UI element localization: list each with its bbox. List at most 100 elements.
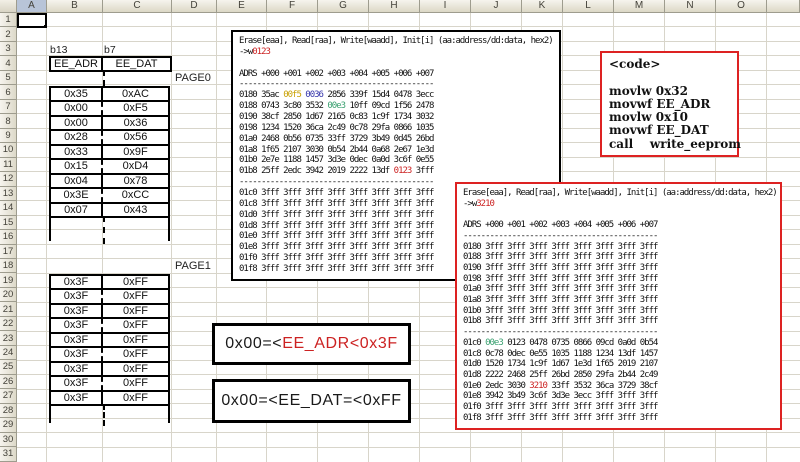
row-header-29[interactable]: 29 [0, 418, 17, 433]
page1-dat-cell[interactable]: 0xFF [103, 348, 168, 361]
page0-adr-cell[interactable]: 0x33 [51, 145, 103, 158]
row-header-22[interactable]: 22 [0, 316, 17, 332]
page0-dat-cell[interactable]: 0x56 [103, 131, 168, 144]
row-header-30[interactable]: 30 [0, 432, 17, 448]
page1-row-2[interactable]: 0x3F 0xFF [49, 302, 170, 320]
page1-row-0[interactable]: 0x3F 0xFF [49, 273, 170, 291]
row-header-14[interactable]: 14 [0, 201, 17, 216]
row-header-24[interactable]: 24 [0, 345, 17, 361]
row-header-3[interactable]: 3 [0, 41, 17, 57]
row-header-23[interactable]: 23 [0, 331, 17, 346]
page1-adr-cell[interactable]: 0x3F [51, 304, 103, 318]
row-header-4[interactable]: 4 [0, 56, 17, 71]
ee-dat-range-box[interactable]: 0x00=<EE_DAT=<0xFF [212, 379, 411, 423]
column-header-L[interactable]: L [563, 0, 614, 13]
page0-dat-cell[interactable]: 0xF5 [103, 102, 168, 115]
column-header-N[interactable]: N [665, 0, 716, 13]
page0-row-3[interactable]: 0x28 0x56 [49, 129, 170, 146]
column-header-F[interactable]: F [267, 0, 318, 13]
page1-dat-cell[interactable]: 0xFF [103, 319, 168, 332]
row-header-19[interactable]: 19 [0, 273, 17, 288]
page0-row-7[interactable]: 0x3E 0xCC [49, 187, 170, 204]
cell-page1-label[interactable]: PAGE1 [175, 260, 211, 272]
column-header-B[interactable]: B [47, 0, 103, 13]
page1-row-4[interactable]: 0x3F 0xFF [49, 331, 170, 349]
row-header-17[interactable]: 17 [0, 244, 17, 259]
page0-dat-cell[interactable]: 0xD4 [103, 160, 168, 173]
column-header-partial[interactable] [767, 0, 800, 13]
column-header-C[interactable]: C [103, 0, 172, 13]
page1-row-7[interactable]: 0x3F 0xFF [49, 375, 170, 392]
page0-row-4[interactable]: 0x33 0x9F [49, 143, 170, 160]
column-header-A[interactable]: A [17, 0, 47, 13]
page0-adr-cell[interactable]: 0x3E [51, 189, 103, 202]
page0-row-1[interactable]: 0x00 0xF5 [49, 100, 170, 117]
page0-adr-cell[interactable]: 0x07 [51, 203, 103, 216]
row-header-31[interactable]: 31 [0, 447, 17, 462]
row-header-15[interactable]: 15 [0, 215, 17, 231]
row-header-10[interactable]: 10 [0, 143, 17, 158]
page1-adr-cell[interactable]: 0x3F [51, 348, 103, 361]
ee-table-header[interactable]: EE_ADR EE_DAT [49, 56, 172, 72]
row-header-6[interactable]: 6 [0, 85, 17, 100]
page0-row-5[interactable]: 0x15 0xD4 [49, 158, 170, 175]
page0-row-6[interactable]: 0x04 0x78 [49, 172, 170, 189]
page1-dat-cell[interactable]: 0xFF [103, 363, 168, 376]
column-header-J[interactable]: J [471, 0, 522, 13]
page0-dat-cell[interactable]: 0x36 [103, 117, 168, 130]
page0-row-2[interactable]: 0x00 0x36 [49, 114, 170, 131]
page0-row-0[interactable]: 0x35 0xAC [49, 85, 170, 102]
row-header-27[interactable]: 27 [0, 389, 17, 404]
page0-dat-cell[interactable]: 0xAC [103, 88, 168, 101]
row-header-28[interactable]: 28 [0, 403, 17, 419]
page1-row-1[interactable]: 0x3F 0xFF [49, 288, 170, 305]
column-header-E[interactable]: E [217, 0, 267, 13]
terminal-dump-box-w3210[interactable]: Erase[eaa], Read[raa], Write[waadd], Ini… [455, 182, 782, 430]
page0-adr-cell[interactable]: 0x04 [51, 174, 103, 187]
row-header-21[interactable]: 21 [0, 302, 17, 317]
row-header-16[interactable]: 16 [0, 230, 17, 245]
selected-cell[interactable] [17, 13, 47, 28]
row-header-5[interactable]: 5 [0, 70, 17, 86]
page0-adr-cell[interactable]: 0x28 [51, 131, 103, 144]
page0-adr-cell[interactable]: 0x15 [51, 160, 103, 173]
column-header-O[interactable]: O [716, 0, 767, 13]
page1-adr-cell[interactable]: 0x3F [51, 377, 103, 390]
page1-adr-cell[interactable]: 0x3F [51, 275, 103, 289]
row-header-25[interactable]: 25 [0, 360, 17, 375]
row-header-8[interactable]: 8 [0, 114, 17, 129]
row-header-1[interactable]: 1 [0, 13, 17, 28]
ee-adr-range-box[interactable]: 0x00=< EE_ADR<0x3F [212, 323, 411, 365]
page1-dat-cell[interactable]: 0xFF [103, 305, 168, 318]
page1-dat-cell[interactable]: 0xFF [103, 334, 168, 347]
row-header-26[interactable]: 26 [0, 374, 17, 390]
page1-row-6[interactable]: 0x3F 0xFF [49, 360, 170, 378]
column-header-H[interactable]: H [369, 0, 420, 13]
fill-handle[interactable] [44, 25, 47, 28]
row-header-13[interactable]: 13 [0, 186, 17, 202]
row-header-20[interactable]: 20 [0, 287, 17, 303]
row-header-12[interactable]: 12 [0, 172, 17, 187]
page1-dat-cell[interactable]: 0xFF [103, 392, 168, 405]
page0-dat-cell[interactable]: 0x78 [103, 175, 168, 188]
row-header-9[interactable]: 9 [0, 128, 17, 144]
cell-b7-label[interactable]: b7 [104, 44, 116, 56]
page0-dat-cell[interactable]: 0x43 [103, 204, 168, 217]
page1-dat-cell[interactable]: 0xFF [103, 276, 168, 289]
cell-page0-label[interactable]: PAGE0 [175, 72, 211, 84]
page0-adr-cell[interactable]: 0x00 [51, 102, 103, 115]
select-all-corner[interactable] [0, 0, 17, 13]
page1-row-3[interactable]: 0x3F 0xFF [49, 317, 170, 334]
page0-dat-cell[interactable]: 0x9F [103, 146, 168, 159]
page1-row-5[interactable]: 0x3F 0xFF [49, 346, 170, 363]
page1-adr-cell[interactable]: 0x3F [51, 391, 103, 405]
row-header-18[interactable]: 18 [0, 258, 17, 274]
page0-adr-cell[interactable]: 0x35 [51, 87, 103, 100]
column-header-I[interactable]: I [420, 0, 471, 13]
page1-adr-cell[interactable]: 0x3F [51, 362, 103, 376]
cell-b13-label[interactable]: b13 [50, 44, 68, 56]
column-header-K[interactable]: K [522, 0, 563, 13]
column-header-G[interactable]: G [318, 0, 369, 13]
page1-adr-cell[interactable]: 0x3F [51, 290, 103, 303]
assembly-code-box[interactable]: <code> movlw 0x32 movwf EE_ADR movlw 0x10 m… [600, 51, 741, 157]
